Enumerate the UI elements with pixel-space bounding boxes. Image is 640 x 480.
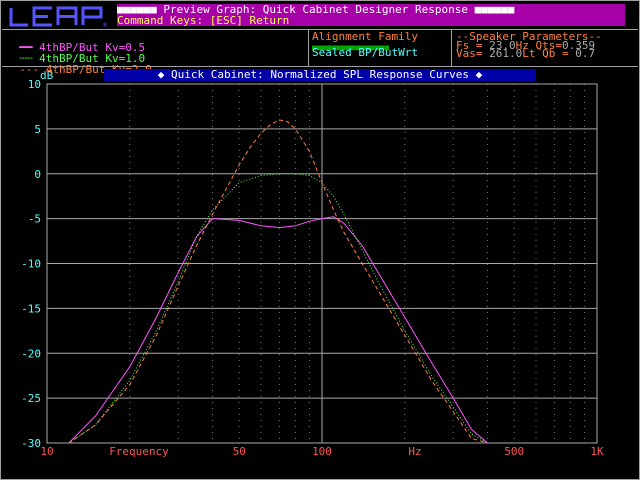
- y-axis-label: dB: [40, 69, 54, 82]
- y-tick-label: 10: [28, 78, 41, 91]
- spl-response-chart: 1050-5-10-15-20-25-30dB10 50 100 500 1KFrequ…: [21, 69, 604, 458]
- y-tick-label: 0: [34, 168, 41, 181]
- y-tick-label: -15: [21, 302, 41, 315]
- x-tick-label: 10: [40, 445, 53, 458]
- x-axis-unit: Hz: [408, 445, 421, 458]
- x-tick-label: 50: [233, 445, 246, 458]
- series-line-3: [68, 119, 488, 444]
- y-tick-label: 5: [34, 123, 41, 136]
- x-tick-label: 500: [504, 445, 524, 458]
- y-tick-label: -5: [28, 213, 41, 226]
- x-axis-label: Frequency: [109, 445, 169, 458]
- y-tick-label: -20: [21, 347, 41, 360]
- y-tick-label: -25: [21, 392, 41, 405]
- series-line-1: [68, 216, 488, 444]
- x-tick-label: 100: [312, 445, 332, 458]
- x-tick-label: 1K: [590, 445, 604, 458]
- y-tick-label: -10: [21, 258, 41, 271]
- y-tick-label: -30: [21, 437, 41, 450]
